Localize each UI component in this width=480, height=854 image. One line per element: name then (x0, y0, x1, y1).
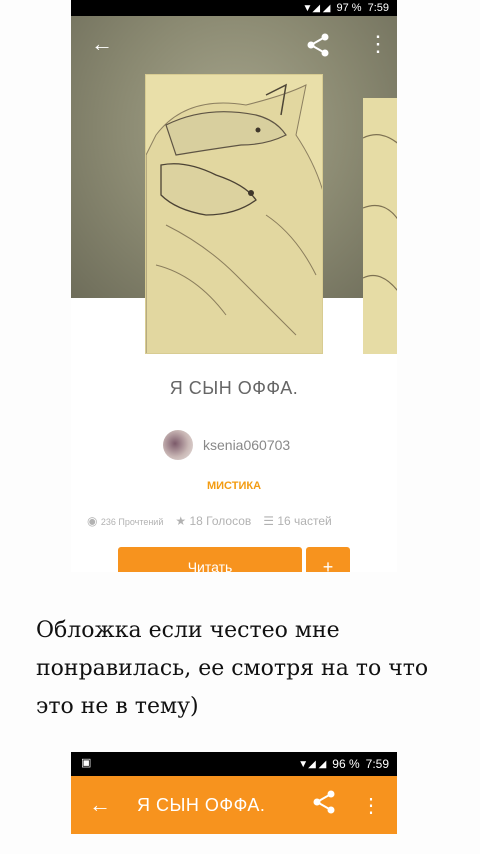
reader-title: Я СЫН ОФФА. (137, 794, 266, 815)
avatar[interactable] (163, 430, 193, 460)
post-caption: Обложка если честео мне понравилась, ее … (36, 618, 429, 719)
back-icon[interactable]: ← (89, 792, 111, 818)
gallery-icon: ▣ (81, 757, 92, 769)
story-screenshot: ▼◢ ◢ 97 % 7:59 ← ⋮ Я СЫН ОФФА. ksenia060… (71, 0, 397, 572)
star-icon: ★ (175, 514, 187, 528)
reader-toolbar: ← Я СЫН ОФФА. ⋮ (71, 776, 397, 834)
votes-count: 18 Голосов (189, 514, 252, 528)
genre-tag[interactable]: МИСТИКА (71, 480, 397, 492)
book-title: Я СЫН ОФФА. (169, 378, 299, 398)
add-to-library-button[interactable]: + (306, 547, 350, 572)
battery-level: 96 % (332, 757, 360, 771)
next-book-cover[interactable] (363, 98, 397, 354)
reads-count: 236 Прочтений (100, 517, 164, 527)
clock: 7:59 (365, 757, 389, 771)
share-icon[interactable] (311, 789, 337, 821)
votes-stat: ★ 18 Голосов (175, 514, 251, 528)
reader-screenshot: ▣ ▼◢ ◢ 96 % 7:59 ← Я СЫН ОФФА. ⋮ (71, 752, 397, 834)
status-bar: ▣ ▼◢ ◢ 96 % 7:59 (71, 752, 397, 776)
author-name[interactable]: ksenia060703 (203, 437, 290, 453)
more-icon[interactable]: ⋮ (361, 793, 381, 818)
clock: 7:59 (367, 2, 389, 14)
share-icon[interactable] (305, 30, 331, 65)
list-icon: ☰ (263, 514, 275, 528)
author-row[interactable]: ksenia060703 (163, 430, 290, 460)
signal-icons: ▼◢ ◢ (298, 758, 327, 770)
parts-count: 16 частей (277, 514, 332, 528)
book-cover[interactable] (145, 74, 323, 354)
reads-stat: ◉ 236 Прочтений (87, 514, 163, 528)
battery-level: 97 % (336, 2, 362, 14)
status-bar: ▼◢ ◢ 97 % 7:59 (71, 0, 397, 16)
story-stats: ◉ 236 Прочтений ★ 18 Голосов ☰ 16 частей (87, 514, 332, 528)
parts-stat: ☰ 16 частей (263, 514, 331, 528)
more-icon[interactable]: ⋮ (367, 30, 389, 58)
wolf-illustration (146, 75, 322, 353)
read-button[interactable]: Читать (118, 547, 302, 572)
next-cover-illustration (363, 98, 397, 354)
back-icon[interactable]: ← (91, 30, 113, 58)
signal-icons: ▼◢ ◢ (302, 2, 331, 14)
eye-icon: ◉ (87, 514, 98, 528)
